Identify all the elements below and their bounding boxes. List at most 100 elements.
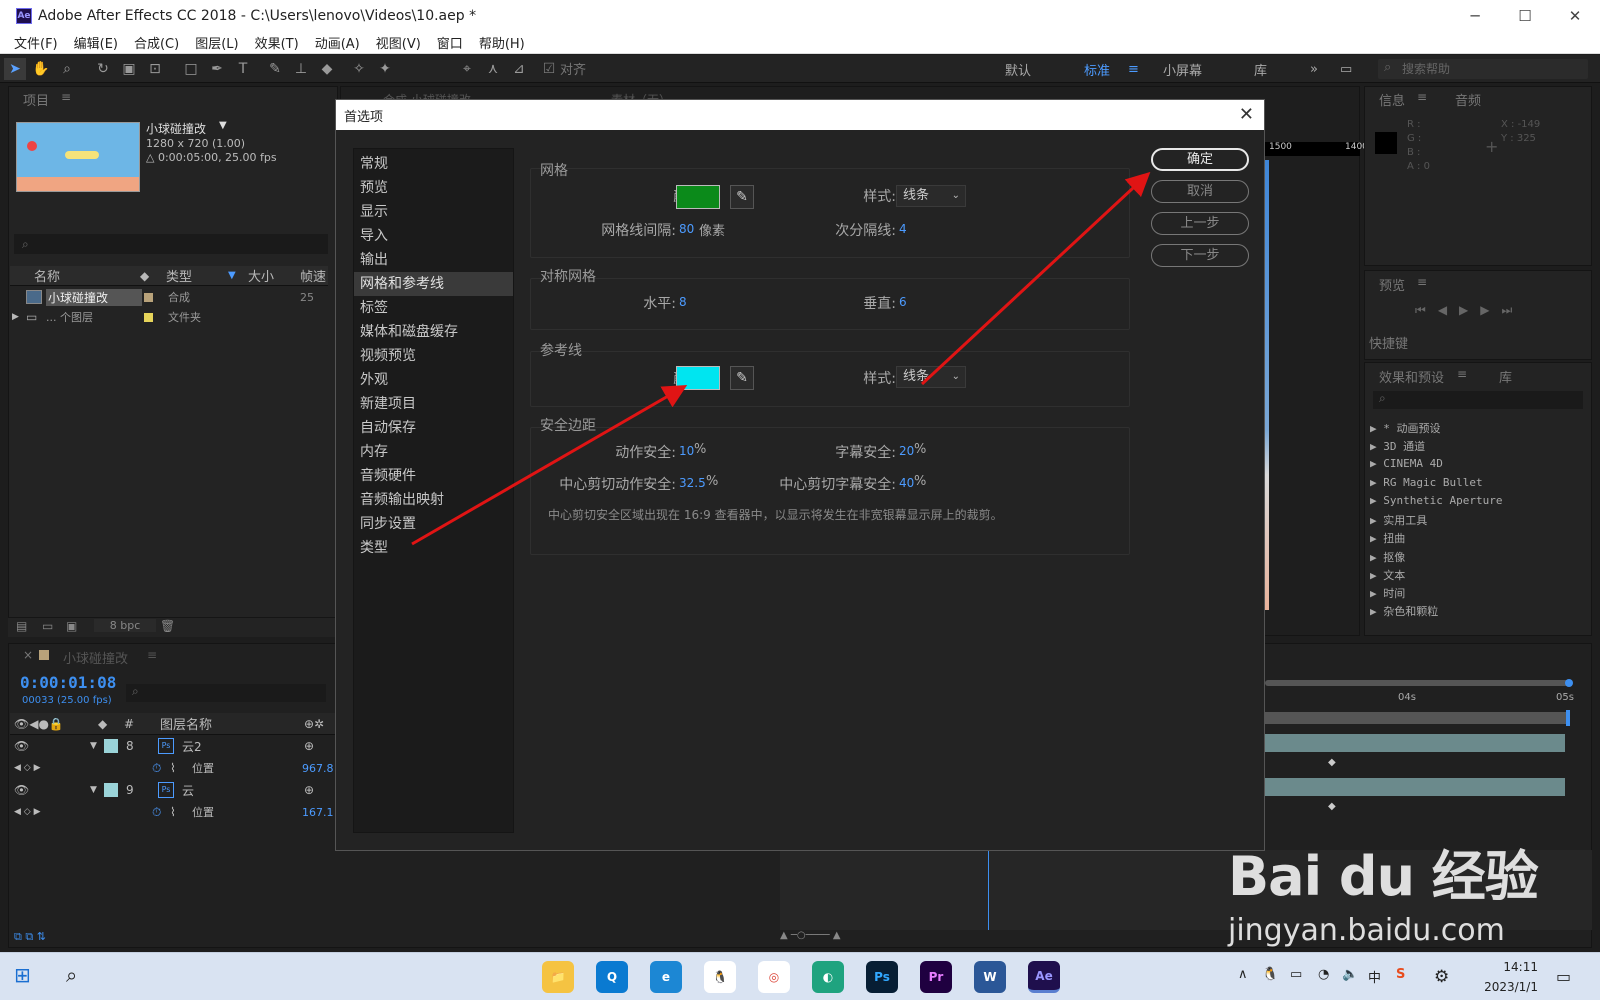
workspace-standard[interactable]: 标准: [1084, 55, 1110, 83]
sogou-ime-icon[interactable]: S: [1396, 967, 1405, 982]
workspace-libraries[interactable]: 库: [1254, 55, 1267, 83]
layer-switch-icon[interactable]: ⊕: [304, 783, 314, 797]
current-time-indicator[interactable]: [1566, 710, 1570, 726]
menu-layer[interactable]: 图层(L): [195, 33, 238, 52]
nav-type[interactable]: 类型: [354, 536, 513, 560]
effect-category[interactable]: ▶ 3D 通道: [1370, 438, 1425, 454]
dialog-close-icon[interactable]: ✕: [1239, 104, 1254, 125]
comp-dropdown-icon[interactable]: ▼: [219, 120, 227, 131]
nav-grids-guides[interactable]: 网格和参考线: [354, 272, 513, 296]
work-area-end-handle[interactable]: [1565, 679, 1573, 687]
effect-category[interactable]: ▶ CINEMA 4D: [1370, 457, 1443, 470]
effect-category[interactable]: ▶ 抠像: [1370, 549, 1405, 565]
time-navigator[interactable]: [1265, 712, 1570, 724]
nav-display[interactable]: 显示: [354, 200, 513, 224]
after-effects-taskbar-icon[interactable]: Ae: [1028, 961, 1060, 993]
menu-file[interactable]: 文件(F): [14, 33, 58, 52]
menu-effect[interactable]: 效果(T): [255, 33, 299, 52]
nav-general[interactable]: 常规: [354, 152, 513, 176]
edge-icon[interactable]: ◐: [812, 961, 844, 993]
workspace-menu-icon[interactable]: ≡: [1128, 55, 1139, 83]
puppet-tool-icon[interactable]: ✦: [374, 58, 396, 80]
search-icon[interactable]: ⌕: [66, 963, 77, 987]
interpret-footage-icon[interactable]: ▤: [16, 619, 27, 633]
info-tab[interactable]: 信息: [1379, 90, 1405, 109]
center-cut-action-value[interactable]: 32.5: [679, 476, 706, 490]
nav-output[interactable]: 输出: [354, 248, 513, 272]
qq-icon[interactable]: 🐧: [704, 961, 736, 993]
clone-stamp-tool-icon[interactable]: ⊥: [290, 58, 312, 80]
last-frame-icon[interactable]: ⏭: [1502, 303, 1525, 317]
qq-browser-icon[interactable]: Q: [596, 961, 628, 993]
layer-row[interactable]: 👁 ▼ 9 Ps 云 ⊕: [10, 779, 335, 801]
start-icon[interactable]: ⊞: [14, 963, 31, 987]
layer-bar[interactable]: [1265, 778, 1565, 796]
grid-color-swatch[interactable]: [676, 185, 720, 209]
effect-category[interactable]: ▶ * 动画预设: [1370, 420, 1441, 436]
nav-new-project[interactable]: 新建项目: [354, 392, 513, 416]
expand-triangle-icon[interactable]: ▼: [90, 785, 97, 795]
property-value[interactable]: 967.8: [302, 762, 334, 775]
photoshop-icon[interactable]: Ps: [866, 961, 898, 993]
nav-auto-save[interactable]: 自动保存: [354, 416, 513, 440]
effect-category[interactable]: ▶ RG Magic Bullet: [1370, 476, 1483, 489]
keyframe-nav-icon[interactable]: ◀ ◇ ▶: [14, 763, 41, 773]
view-axis-icon[interactable]: ⊿: [508, 58, 530, 80]
keyframe-nav-icon[interactable]: ◀ ◇ ▶: [14, 807, 41, 817]
panel-menu-icon[interactable]: ≡: [147, 648, 157, 662]
col-name[interactable]: 名称: [34, 266, 60, 285]
sort-icon[interactable]: ▼: [228, 270, 236, 281]
property-row[interactable]: ◀ ◇ ▶ ⏱ ⌇ 位置 967.8: [10, 757, 335, 779]
first-frame-icon[interactable]: ⏮: [1415, 303, 1438, 317]
vertical-value[interactable]: 6: [899, 295, 907, 309]
stopwatch-icon[interactable]: ⏱: [152, 805, 161, 820]
world-axis-icon[interactable]: ⋏: [482, 58, 504, 80]
project-row[interactable]: ▶ ▭ ... 个图层 文件夹: [10, 307, 328, 327]
keyframe-diamond-icon[interactable]: ◆: [1328, 757, 1336, 768]
nav-previews[interactable]: 预览: [354, 176, 513, 200]
label-col-icon[interactable]: ◆: [140, 269, 149, 283]
file-explorer-icon[interactable]: 📁: [542, 961, 574, 993]
preview-tab[interactable]: 预览: [1379, 275, 1405, 294]
cancel-button[interactable]: 取消: [1151, 180, 1249, 203]
premiere-icon[interactable]: Pr: [920, 961, 952, 993]
property-row[interactable]: ◀ ◇ ▶ ⏱ ⌇ 位置 167.1: [10, 801, 335, 823]
tray-battery-icon[interactable]: ▭: [1290, 967, 1302, 982]
pen-tool-icon[interactable]: ✒: [206, 58, 228, 80]
nav-memory[interactable]: 内存: [354, 440, 513, 464]
workspace-overflow-icon[interactable]: »: [1310, 55, 1318, 83]
zoom-slider[interactable]: ▲ ─○──── ▲: [780, 930, 900, 946]
next-frame-icon[interactable]: ▶: [1480, 303, 1501, 317]
brush-tool-icon[interactable]: ✎: [264, 58, 286, 80]
nav-video-preview[interactable]: 视频预览: [354, 344, 513, 368]
roto-brush-tool-icon[interactable]: ✧: [348, 58, 370, 80]
audio-tab[interactable]: 音频: [1455, 90, 1481, 109]
expand-triangle-icon[interactable]: ▶: [12, 312, 19, 322]
grid-eyedropper-icon[interactable]: ✎: [730, 185, 754, 209]
workspace-small-screen[interactable]: 小屏幕: [1163, 55, 1202, 83]
bpc-indicator[interactable]: 8 bpc: [94, 619, 156, 632]
volume-icon[interactable]: 🔈: [1342, 967, 1358, 982]
notification-icon[interactable]: ▭: [1556, 967, 1571, 986]
timeline-search-input[interactable]: ⌕: [126, 684, 326, 702]
panel-menu-icon[interactable]: ≡: [1417, 275, 1427, 289]
menu-help[interactable]: 帮助(H): [479, 33, 525, 52]
effects-presets-tab[interactable]: 效果和预设: [1379, 367, 1444, 386]
next-button[interactable]: 下一步: [1151, 244, 1249, 267]
nav-appearance[interactable]: 外观: [354, 368, 513, 392]
edge-legacy-icon[interactable]: e: [650, 961, 682, 993]
type-tool-icon[interactable]: T: [232, 58, 254, 80]
play-icon[interactable]: ▶: [1459, 303, 1480, 317]
tray-overflow-icon[interactable]: ∧: [1238, 967, 1248, 982]
new-folder-icon[interactable]: ▭: [42, 619, 53, 633]
ok-button[interactable]: 确定: [1151, 148, 1249, 171]
work-area-bar[interactable]: [1265, 680, 1570, 686]
hand-tool-icon[interactable]: ✋: [30, 58, 52, 80]
nav-sync-settings[interactable]: 同步设置: [354, 512, 513, 536]
graph-icon[interactable]: ⌇: [170, 805, 176, 819]
effects-search-input[interactable]: ⌕: [1373, 391, 1583, 409]
menu-edit[interactable]: 编辑(E): [74, 33, 118, 52]
property-value[interactable]: 167.1: [302, 806, 334, 819]
project-row[interactable]: 小球碰撞改 合成 25: [10, 287, 328, 307]
panel-icon[interactable]: ▭: [1340, 55, 1352, 83]
